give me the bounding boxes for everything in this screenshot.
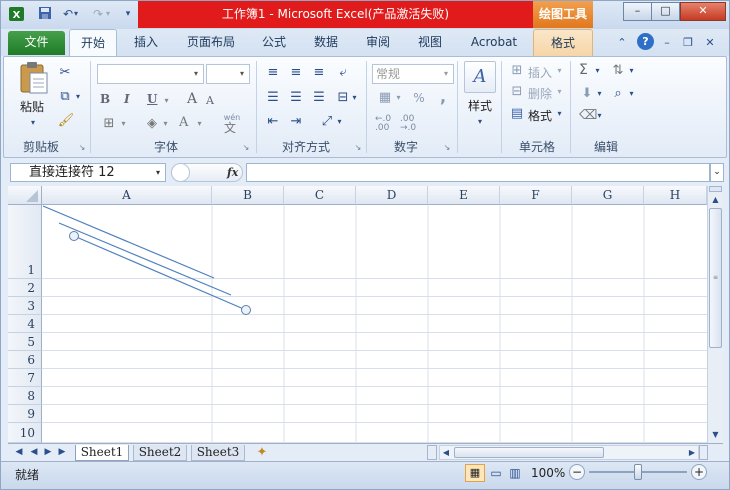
grip-icon: ≡ <box>713 274 719 281</box>
scroll-up-icon[interactable]: ▲ <box>708 194 723 206</box>
selected-connector-line[interactable] <box>73 235 247 311</box>
vertical-scrollbar[interactable]: ▲ ≡ ▼ <box>707 186 723 443</box>
prev-sheet-icon[interactable]: ◀ <box>28 445 40 460</box>
connector-end-handle[interactable] <box>241 305 251 315</box>
page-layout-view-icon[interactable]: ▭ <box>487 464 505 482</box>
scroll-thumb[interactable]: ≡ <box>709 208 722 348</box>
status-bar <box>1 461 729 489</box>
sheet-tab-sheet2[interactable]: Sheet2 <box>133 445 187 461</box>
hsplit-handle[interactable] <box>699 445 708 460</box>
next-sheet-icon[interactable]: ▶ <box>42 445 54 460</box>
first-sheet-icon[interactable]: ◀ <box>13 445 25 460</box>
horizontal-scrollbar[interactable]: ◀ ▶ <box>439 445 699 460</box>
split-handle[interactable] <box>709 186 722 192</box>
zoom-out-button[interactable]: − <box>569 464 585 480</box>
line-shape[interactable] <box>42 205 215 279</box>
connector-shape[interactable] <box>1 1 730 490</box>
zoom-slider-thumb[interactable] <box>634 464 642 480</box>
tab-split-handle[interactable] <box>427 445 437 460</box>
scroll-right-icon[interactable]: ▶ <box>686 446 698 459</box>
normal-view-icon[interactable]: ▦ <box>465 464 485 482</box>
zoom-in-button[interactable]: + <box>691 464 707 480</box>
last-sheet-icon[interactable]: ▶ <box>56 445 68 460</box>
zoom-level[interactable]: 100% <box>531 466 567 480</box>
page-break-view-icon[interactable]: ▥ <box>506 464 524 482</box>
scroll-left-icon[interactable]: ◀ <box>440 446 452 459</box>
excel-window: X ↶ ▾ ↷ ▾ ▾ 工作簿1 - Microsoft Excel(产品激活失… <box>0 0 730 490</box>
hscroll-thumb[interactable] <box>454 447 604 458</box>
insert-sheet-icon[interactable]: ✦ <box>252 444 272 462</box>
sheet-tab-sheet3[interactable]: Sheet3 <box>191 445 245 461</box>
scroll-down-icon[interactable]: ▼ <box>708 429 723 441</box>
connector-start-handle[interactable] <box>69 231 79 241</box>
sheet-tab-sheet1[interactable]: Sheet1 <box>75 445 129 461</box>
line-shape[interactable] <box>58 222 232 296</box>
status-ready: 就绪 <box>15 468 40 482</box>
